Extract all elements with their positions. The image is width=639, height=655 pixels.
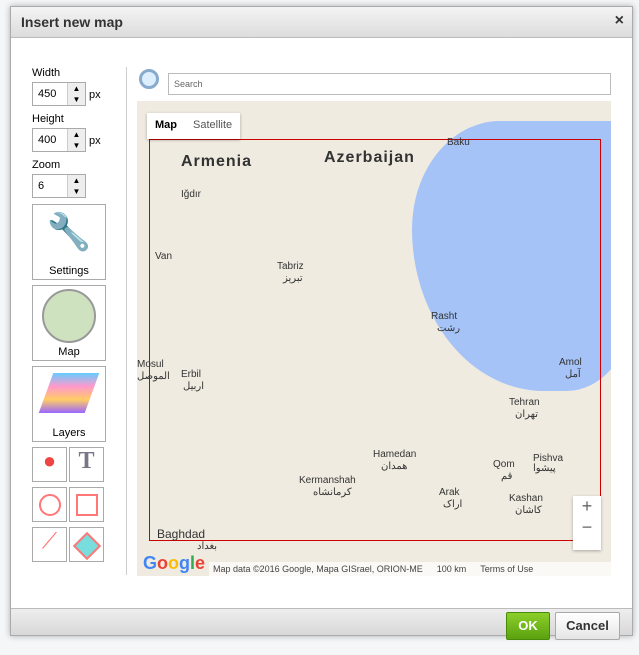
text-tool[interactable]: T [69, 447, 104, 482]
width-unit: px [89, 89, 101, 101]
tab-satellite[interactable]: Satellite [185, 113, 240, 139]
map-attribution: Map data ©2016 Google, Mapa GISrael, ORI… [209, 562, 611, 576]
city-label: Van [155, 251, 173, 262]
map-marker-icon: ● [42, 448, 57, 473]
tab-map[interactable]: Map [147, 113, 185, 139]
city-label: همدان [381, 461, 408, 472]
insert-map-dialog: Insert new map × Width 450 ▲ ▼ px Height 4… [10, 6, 633, 640]
map-button[interactable]: Map [32, 285, 106, 361]
map-type-tabs: Map Satellite [147, 113, 241, 139]
zoom-out-button[interactable]: − [573, 517, 601, 538]
map-label: Map [58, 346, 80, 358]
city-label: Amol [559, 357, 582, 368]
layers-label: Layers [52, 427, 86, 439]
country-label: Azerbaijan [324, 149, 415, 166]
zoom-value: 6 [38, 180, 45, 192]
city-label: Erbil [181, 369, 202, 380]
polygon-tool[interactable] [69, 527, 104, 562]
city-label: Kashan [509, 493, 543, 504]
width-label: Width [32, 67, 61, 79]
google-logo: Google [143, 553, 206, 573]
city-label: کاشان [515, 505, 542, 516]
text-icon: T [78, 448, 95, 474]
city-label: کرمانشاه [313, 487, 352, 498]
rectangle-icon [75, 494, 98, 516]
search-placeholder: Search [174, 79, 203, 89]
width-input[interactable]: 450 ▲ ▼ [32, 82, 86, 106]
height-unit: px [89, 135, 101, 147]
layers-button[interactable]: Layers [32, 366, 106, 442]
zoom-in-button[interactable]: + [573, 496, 601, 517]
height-label: Height [32, 113, 64, 125]
city-label: پیشوا [533, 463, 556, 474]
circle-tool[interactable] [32, 487, 67, 522]
city-label: Tehran [509, 397, 540, 408]
city-label: Rasht [431, 311, 458, 322]
scale-bar: 100 km [436, 564, 467, 574]
city-label: قم [501, 471, 513, 482]
city-label: Tabriz [277, 261, 304, 272]
globe-map-icon [42, 289, 96, 343]
city-label: Baghdad [157, 527, 206, 541]
tools-icon: 🔧 [46, 211, 92, 252]
city-label: رشت [437, 323, 461, 334]
width-value: 450 [38, 88, 57, 100]
zoom-label: Zoom [32, 159, 61, 171]
country-label: Armenia [181, 153, 253, 170]
close-icon[interactable]: × [615, 12, 624, 30]
zoom-control: + − [573, 496, 601, 550]
settings-label: Settings [49, 265, 89, 277]
cancel-button[interactable]: Cancel [555, 612, 620, 640]
city-label: آمل [565, 369, 581, 380]
zoom-stepper[interactable]: ▲ ▼ [67, 175, 85, 197]
city-label: اربيل [183, 381, 204, 392]
height-input[interactable]: 400 ▲ ▼ [32, 128, 86, 152]
circle-icon [38, 494, 61, 516]
polyline-icon: ⟋ [41, 528, 58, 553]
city-label: Iğdır [181, 189, 202, 200]
divider [126, 67, 127, 575]
rectangle-tool[interactable] [69, 487, 104, 522]
city-label: Mosul [137, 359, 164, 370]
city-label: Kermanshah [299, 475, 356, 486]
search-input[interactable]: Search [168, 73, 611, 95]
ok-button[interactable]: OK [506, 612, 550, 640]
layers-icon [38, 373, 100, 413]
polygon-icon [72, 531, 101, 561]
height-value: 400 [38, 134, 57, 146]
city-label: Qom [493, 459, 515, 470]
city-label: الموصل [137, 371, 170, 382]
dialog-titlebar[interactable]: Insert new map × [11, 7, 632, 38]
city-label: تبریز [283, 273, 303, 284]
city-label: Baku [447, 137, 470, 148]
city-label: بغداد [197, 541, 218, 552]
city-label: Hamedan [373, 449, 417, 460]
dialog-title: Insert new map [21, 14, 123, 30]
polyline-tool[interactable]: ⟋ [32, 527, 67, 562]
map-bounds-rectangle [149, 139, 601, 541]
city-label: اراک [443, 499, 463, 510]
height-stepper[interactable]: ▲ ▼ [67, 129, 85, 151]
map-view[interactable]: Map Satellite Armenia Azerbaijan Baku Iğ… [137, 101, 611, 576]
width-stepper[interactable]: ▲ ▼ [67, 83, 85, 105]
terms-link[interactable]: Terms of Use [480, 564, 533, 574]
marker-tool[interactable]: ● [32, 447, 67, 482]
dialog-footer: OK Cancel [11, 608, 632, 640]
search-icon[interactable] [139, 69, 159, 89]
attribution-text: Map data ©2016 Google, Mapa GISrael, ORI… [213, 564, 423, 574]
settings-button[interactable]: 🔧 Settings [32, 204, 106, 280]
zoom-input[interactable]: 6 ▲ ▼ [32, 174, 86, 198]
city-label: Arak [439, 487, 460, 498]
city-label: تهران [515, 409, 539, 420]
